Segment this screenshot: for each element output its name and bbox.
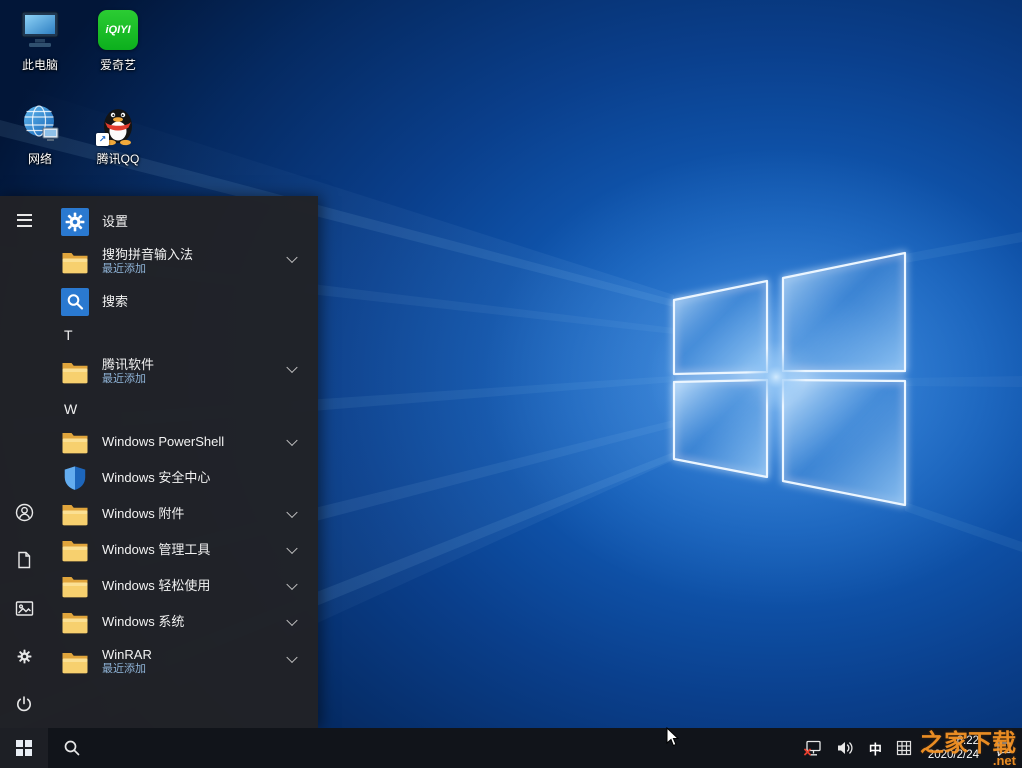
settings-gear-icon	[15, 647, 34, 666]
app-sublabel: 最近添加	[102, 663, 152, 677]
chevron-down-icon[interactable]	[286, 252, 297, 263]
settings-tile-icon	[60, 207, 90, 237]
folder-icon	[60, 607, 90, 637]
search-icon	[63, 739, 81, 757]
folder-icon	[60, 535, 90, 565]
section-label: W	[64, 401, 77, 417]
ime-mode-indicator[interactable]: 中	[862, 728, 889, 768]
ime-grid-button[interactable]	[889, 728, 919, 768]
qq-penguin-icon: ↗	[95, 102, 141, 146]
chevron-down-icon[interactable]	[286, 543, 297, 554]
pictures-icon	[15, 600, 34, 617]
folder-icon	[60, 247, 90, 277]
taskbar-search-button[interactable]	[48, 728, 96, 768]
app-label: Windows 系统	[102, 614, 184, 630]
taskbar: 中 6:22 2020/2/24	[0, 728, 1022, 768]
start-menu-rail	[0, 196, 48, 728]
clock-time: 6:22	[957, 734, 979, 748]
desktop-icon-label: 爱奇艺	[100, 56, 136, 73]
action-center-button[interactable]	[988, 728, 1020, 768]
chevron-down-icon[interactable]	[286, 435, 297, 446]
start-app-item[interactable]: 搜索	[48, 284, 318, 320]
start-section-header[interactable]: W	[48, 394, 318, 424]
start-menu: 设置 搜狗拼音输入法 最近添加	[0, 196, 318, 728]
app-label: Windows PowerShell	[102, 434, 224, 450]
start-button[interactable]	[0, 728, 48, 768]
desktop-icon-qq[interactable]: ↗ 腾讯QQ	[80, 102, 156, 167]
search-tile-icon	[60, 287, 90, 317]
folder-icon	[60, 499, 90, 529]
app-sublabel: 最近添加	[102, 373, 154, 387]
action-center-icon	[995, 740, 1013, 757]
system-tray: 中 6:22 2020/2/24	[797, 728, 1022, 768]
network-icon	[17, 102, 63, 146]
chevron-down-icon[interactable]	[286, 579, 297, 590]
desktop-icon-label: 此电脑	[22, 56, 58, 73]
shortcut-arrow-icon: ↗	[96, 133, 109, 146]
documents-icon	[15, 551, 33, 569]
user-account-button[interactable]	[0, 488, 48, 536]
app-label: WinRAR	[102, 647, 152, 663]
settings-button[interactable]	[0, 632, 48, 680]
screen: 此电脑 iQIYI 爱奇艺 网络	[0, 0, 1022, 768]
hamburger-icon	[17, 214, 32, 227]
folder-icon	[60, 571, 90, 601]
start-app-list: 设置 搜狗拼音输入法 最近添加	[48, 196, 318, 728]
app-label: 搜索	[102, 294, 128, 310]
windows-logo-icon	[16, 740, 33, 757]
network-disconnected-icon	[804, 740, 823, 757]
volume-icon	[837, 740, 855, 756]
taskbar-clock[interactable]: 6:22 2020/2/24	[919, 728, 988, 768]
power-button[interactable]	[0, 680, 48, 728]
clock-date: 2020/2/24	[928, 748, 979, 762]
start-section-header[interactable]: T	[48, 320, 318, 350]
chevron-down-icon[interactable]	[286, 362, 297, 373]
start-app-item[interactable]: Windows 轻松使用	[48, 568, 318, 604]
desktop-icon-network[interactable]: 网络	[2, 102, 78, 167]
section-label: T	[64, 327, 73, 343]
network-status-button[interactable]	[797, 728, 830, 768]
start-app-item[interactable]: Windows 附件	[48, 496, 318, 532]
app-label: Windows 管理工具	[102, 542, 210, 558]
chevron-down-icon[interactable]	[286, 652, 297, 663]
start-app-item[interactable]: WinRAR 最近添加	[48, 640, 318, 684]
chevron-down-icon[interactable]	[286, 615, 297, 626]
ime-grid-icon	[896, 740, 912, 756]
iqiyi-icon: iQIYI	[95, 8, 141, 52]
documents-button[interactable]	[0, 536, 48, 584]
volume-button[interactable]	[830, 728, 862, 768]
start-app-item[interactable]: Windows PowerShell	[48, 424, 318, 460]
start-app-item[interactable]: Windows 管理工具	[48, 532, 318, 568]
expand-menu-button[interactable]	[0, 196, 48, 244]
start-app-item[interactable]: 搜狗拼音输入法 最近添加	[48, 240, 318, 284]
app-label: Windows 安全中心	[102, 470, 210, 486]
start-app-item[interactable]: Windows 安全中心	[48, 460, 318, 496]
desktop-icon-this-pc[interactable]: 此电脑	[2, 8, 78, 73]
desktop-icon-label: 腾讯QQ	[97, 150, 140, 167]
app-label: Windows 轻松使用	[102, 578, 210, 594]
app-label: Windows 附件	[102, 506, 184, 522]
desktop-icon-iqiyi[interactable]: iQIYI 爱奇艺	[80, 8, 156, 73]
folder-icon	[60, 647, 90, 677]
start-app-item[interactable]: 腾讯软件 最近添加	[48, 350, 318, 394]
chevron-down-icon[interactable]	[286, 507, 297, 518]
folder-icon	[60, 357, 90, 387]
user-account-icon	[15, 503, 34, 522]
app-label: 设置	[102, 214, 128, 230]
power-icon	[15, 695, 33, 713]
desktop-icon-label: 网络	[28, 150, 52, 167]
folder-icon	[60, 427, 90, 457]
app-label: 搜狗拼音输入法	[102, 247, 193, 263]
start-app-item[interactable]: 设置	[48, 204, 318, 240]
app-label: 腾讯软件	[102, 357, 154, 373]
app-sublabel: 最近添加	[102, 263, 193, 277]
shield-icon	[60, 463, 90, 493]
this-pc-icon	[17, 8, 63, 52]
start-app-item[interactable]: Windows 系统	[48, 604, 318, 640]
pictures-button[interactable]	[0, 584, 48, 632]
